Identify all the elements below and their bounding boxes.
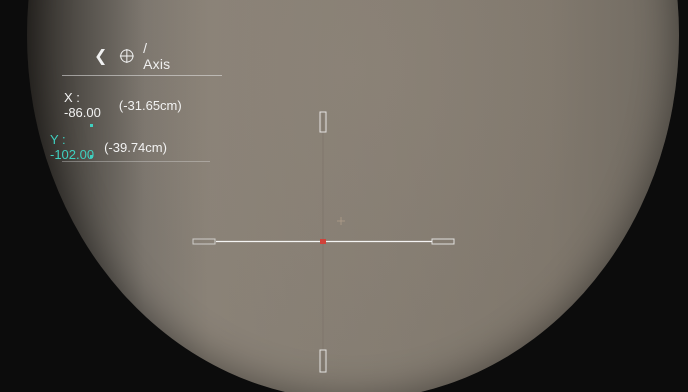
menu-divider <box>62 75 222 76</box>
menu-header: ❮ / Axis <box>94 40 173 72</box>
reticle-right-post <box>431 238 455 245</box>
x-axis-cm: (-31.65cm) <box>118 97 182 113</box>
y-axis-value: Y : -102.00 <box>50 132 95 162</box>
y-axis-cm: (-39.74cm) <box>104 139 167 155</box>
decrease-indicator <box>90 155 93 158</box>
scope-view: ❮ / Axis X : -86.00 (-31.65cm) Y : -102.… <box>0 0 688 392</box>
chevron-left-icon[interactable]: ❮ <box>94 47 107 65</box>
increase-indicator <box>90 124 93 127</box>
reticle-center-dot <box>320 239 326 244</box>
x-axis-row[interactable]: X : -86.00 (-31.65cm) <box>64 90 182 120</box>
x-axis-value: X : -86.00 <box>64 90 101 120</box>
menu-title: / Axis <box>143 40 171 72</box>
menu-divider <box>62 161 210 162</box>
reticle-left-post <box>192 238 216 245</box>
y-axis-row[interactable]: Y : -102.00 (-39.74cm) <box>50 132 167 162</box>
crosshair-icon <box>120 49 135 63</box>
